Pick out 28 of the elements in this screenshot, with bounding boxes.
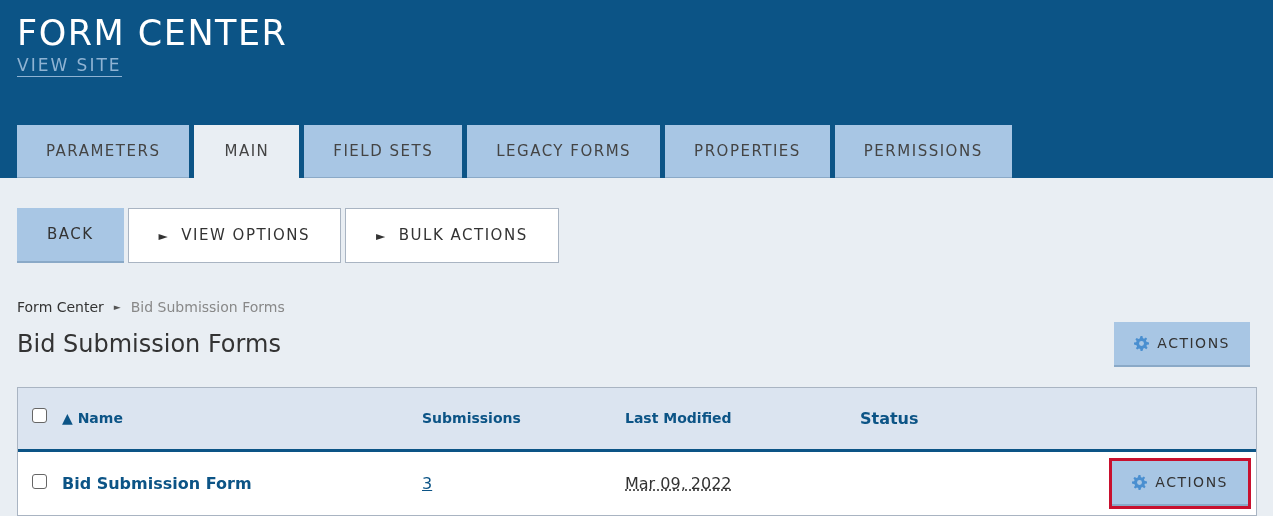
tab[interactable]: LEGACY FORMS <box>467 125 661 178</box>
breadcrumb-separator: ► <box>113 300 121 314</box>
tab[interactable]: PERMISSIONS <box>834 125 1012 178</box>
column-header: Status <box>860 408 919 428</box>
tab[interactable]: PROPERTIES <box>665 125 830 178</box>
tab[interactable]: MAIN <box>194 125 300 178</box>
gear-icon <box>1132 475 1148 490</box>
column-header: Last Modified <box>625 410 732 426</box>
breadcrumb-link[interactable]: Form Center <box>17 297 104 318</box>
row-checkbox[interactable] <box>32 473 47 489</box>
back-button[interactable]: BACK <box>17 208 124 263</box>
date-text: Mar 09, 2022 <box>625 473 732 493</box>
actions-button[interactable]: ACTIONS <box>1112 461 1248 506</box>
page-heading: Bid Submission Forms <box>17 330 281 359</box>
dropdown-button[interactable]: ► BULK ACTIONS <box>345 208 559 263</box>
dropdown-button[interactable]: ► VIEW OPTIONS <box>127 208 342 263</box>
page-title: FORM CENTER <box>17 12 289 54</box>
submissions-link[interactable]: 3 <box>422 473 433 493</box>
tab[interactable]: PARAMETERS <box>17 125 190 178</box>
gear-icon <box>1134 336 1150 351</box>
select-all-checkbox[interactable] <box>32 408 47 423</box>
form-name-link[interactable]: Bid Submission Form <box>62 473 252 493</box>
column-header: Submissions <box>422 410 521 426</box>
column-header[interactable]: ▲ Name <box>62 410 123 426</box>
view-site-link[interactable]: VIEW SITE <box>17 54 122 77</box>
tab[interactable]: FIELD SETS <box>304 125 463 178</box>
breadcrumb-current: Bid Submission Forms <box>130 298 285 317</box>
actions-button[interactable]: ACTIONS <box>1114 322 1250 367</box>
